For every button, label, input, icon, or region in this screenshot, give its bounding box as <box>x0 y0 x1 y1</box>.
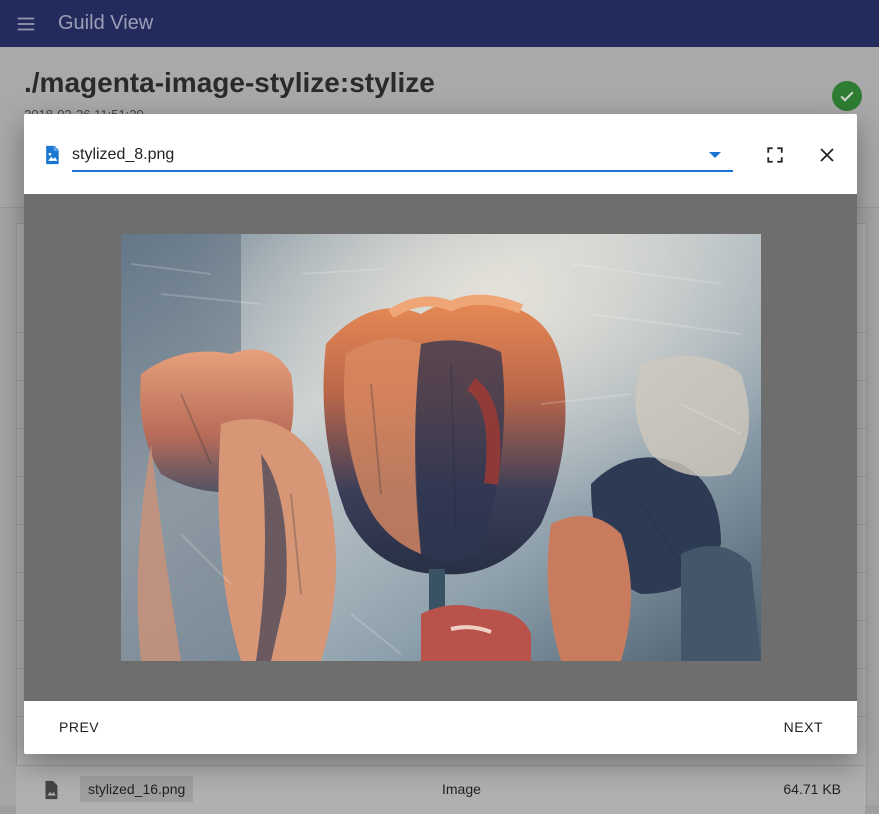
fullscreen-icon <box>767 147 783 163</box>
menu-icon <box>17 17 35 30</box>
fullscreen-button[interactable] <box>760 140 790 170</box>
status-completed-icon <box>832 81 862 111</box>
file-type: Image <box>442 781 481 797</box>
close-icon <box>820 148 834 162</box>
selected-file-name: stylized_8.png <box>72 146 175 163</box>
dialog-actions: PREV NEXT <box>24 701 857 754</box>
app-bar: Guild View <box>0 0 879 47</box>
run-title: ./magenta-image-stylize:stylize <box>24 67 435 98</box>
next-button[interactable]: NEXT <box>774 715 833 739</box>
file-name[interactable]: stylized_16.png <box>80 776 194 802</box>
image-file-icon <box>46 145 59 165</box>
stylized-image <box>121 234 761 661</box>
file-row[interactable]: stylized_16.png Image 64.71 KB <box>16 765 865 814</box>
image-viewer-dialog: stylized_8.png PREV NEXT <box>24 114 857 754</box>
image-viewer <box>24 194 857 701</box>
close-button[interactable] <box>812 140 842 170</box>
chevron-down-icon[interactable] <box>709 152 721 158</box>
app-title: Guild View <box>58 12 154 34</box>
menu-button[interactable] <box>0 0 52 47</box>
dialog-header: stylized_8.png <box>24 114 857 194</box>
file-size: 64.71 KB <box>783 781 841 797</box>
image-file-icon <box>45 780 58 800</box>
tulip-painting <box>121 234 761 661</box>
file-select[interactable]: stylized_8.png <box>72 142 733 172</box>
prev-button[interactable]: PREV <box>49 715 109 739</box>
